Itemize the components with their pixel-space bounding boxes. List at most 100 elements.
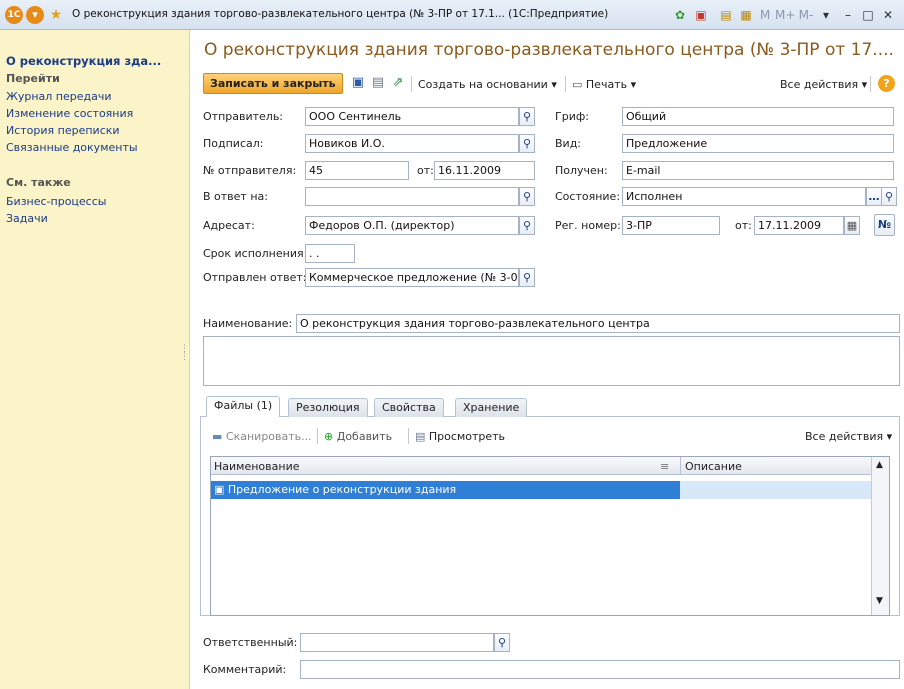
scroll-up-icon[interactable]: ▲ [876, 460, 883, 470]
sidebar-item-related-documents[interactable]: Связанные документы [6, 141, 138, 154]
column-divider [680, 457, 681, 475]
number-button[interactable]: № [874, 214, 895, 236]
reply-sent-field[interactable]: Коммерческое предложение (№ 3-09-Г [305, 268, 519, 287]
calendar-icon[interactable]: ▦ [738, 7, 754, 23]
reply-to-field[interactable] [305, 187, 519, 206]
deadline-label: Срок исполнения: [203, 247, 308, 260]
file-row-description [680, 481, 871, 499]
save-and-close-button[interactable]: Записать и закрыть [203, 73, 343, 94]
name-label: Наименование: [203, 317, 293, 330]
files-all-actions-label: Все действия [805, 430, 884, 443]
sidebar-item-state-change[interactable]: Изменение состояния [6, 107, 133, 120]
calculator-icon[interactable]: ▤ [718, 7, 734, 23]
addressee-search-icon[interactable]: ⚲ [519, 216, 535, 235]
scan-button[interactable]: ▬ Сканировать... [212, 430, 312, 443]
scroll-down-icon[interactable]: ▼ [876, 596, 883, 606]
document-file-icon: ▣ [214, 483, 225, 496]
tab-files[interactable]: Файлы (1) [206, 396, 281, 417]
close-icon[interactable]: ✕ [880, 7, 896, 23]
table-scrollbar[interactable] [871, 457, 889, 615]
sidebar-item-tasks[interactable]: Задачи [6, 212, 48, 225]
sender-date-field[interactable]: 16.11.2009 [434, 161, 535, 180]
add-label: Добавить [336, 430, 393, 443]
signed-search-icon[interactable]: ⚲ [519, 134, 535, 153]
sort-icon[interactable]: ≡ [660, 460, 669, 473]
app-logo-icon[interactable]: 1С [5, 6, 23, 24]
panel-splitter-handle[interactable]: ⋮ ⋮ [180, 345, 189, 375]
post-document-icon[interactable]: ▤ [370, 75, 386, 91]
create-based-on-menu[interactable]: Создать на основании ▾ [418, 78, 557, 91]
comment-field[interactable] [300, 660, 900, 679]
link-icon[interactable]: ▣ [693, 7, 709, 23]
help-icon[interactable]: ? [878, 75, 895, 92]
tab-properties[interactable]: Свойства [374, 398, 444, 417]
reg-number-field[interactable]: 3-ПР [622, 216, 720, 235]
name-field[interactable]: О реконструкция здания торгово-развлекат… [296, 314, 900, 333]
sender-search-icon[interactable]: ⚲ [519, 107, 535, 126]
toolbar-dropdown-icon[interactable]: ▾ [818, 7, 834, 23]
state-label: Состояние: [555, 190, 621, 203]
tab-storage[interactable]: Хранение [455, 398, 528, 417]
files-table-header [211, 457, 871, 475]
reply-sent-search-icon[interactable]: ⚲ [519, 268, 535, 287]
kind-field[interactable]: Предложение [622, 134, 894, 153]
tab-resolution[interactable]: Резолюция [288, 398, 368, 417]
main-menu-button[interactable]: ▾ [26, 6, 44, 24]
favorite-add-icon[interactable]: ✿ [672, 7, 688, 23]
print-menu[interactable]: ▭ Печать ▾ [572, 78, 636, 91]
state-search-icon[interactable]: ⚲ [881, 187, 897, 206]
sidebar-title: О реконструкция зда... [6, 54, 162, 68]
sender-label: Отправитель: [203, 110, 284, 123]
scanner-icon: ▬ [212, 430, 223, 443]
sidebar-section-see-also: См. также [6, 176, 71, 189]
reply-sent-label: Отправлен ответ: [203, 271, 307, 284]
add-icon: ⊕ [324, 430, 334, 443]
received-field[interactable]: E-mail [622, 161, 894, 180]
sidebar-item-correspondence-history[interactable]: История переписки [6, 124, 120, 137]
stamp-label: Гриф: [555, 110, 589, 123]
create-based-label: Создать на основании [418, 78, 548, 91]
add-button[interactable]: ⊕ Добавить [324, 430, 392, 443]
kind-label: Вид: [555, 137, 582, 150]
reg-date-field[interactable]: 17.11.2009 [754, 216, 844, 235]
calendar-icon[interactable]: ▦ [844, 216, 860, 235]
column-header-name[interactable]: Наименование [214, 460, 299, 473]
memory-plus-button[interactable]: M+ [775, 7, 795, 23]
sidebar-item-business-processes[interactable]: Бизнес-процессы [6, 195, 106, 208]
favorites-star-icon[interactable]: ★ [47, 6, 65, 24]
view-button[interactable]: ▤ Просмотреть [415, 430, 505, 443]
scan-label: Сканировать... [225, 430, 312, 443]
files-all-actions-menu[interactable]: Все действия ▾ [805, 430, 892, 443]
document-title: О реконструкция здания торгово-развлекат… [204, 40, 894, 60]
sender-field[interactable]: ООО Сентинель [305, 107, 519, 126]
sidebar-section-goto: Перейти [6, 72, 60, 85]
addressee-label: Адресат: [203, 219, 255, 232]
column-header-description[interactable]: Описание [685, 460, 742, 473]
maximize-icon[interactable]: □ [860, 7, 876, 23]
separator [870, 76, 871, 92]
save-icon[interactable]: ▣ [350, 75, 366, 91]
stamp-field[interactable]: Общий [622, 107, 894, 126]
received-label: Получен: [555, 164, 608, 177]
addressee-field[interactable]: Федоров О.П. (директор) [305, 216, 519, 235]
sender-number-field[interactable]: 45 [305, 161, 409, 180]
deadline-field[interactable]: . . [305, 244, 355, 263]
sender-date-label: от: [417, 164, 434, 177]
reply-to-search-icon[interactable]: ⚲ [519, 187, 535, 206]
state-field[interactable]: Исполнен [622, 187, 866, 206]
minimize-icon[interactable]: – [840, 7, 856, 23]
comment-label: Комментарий: [203, 663, 287, 676]
memory-minus-button[interactable]: M- [797, 7, 815, 23]
state-select-button[interactable]: … [866, 187, 882, 206]
all-actions-menu[interactable]: Все действия ▾ [780, 78, 867, 91]
reply-to-label: В ответ на: [203, 190, 268, 203]
view-icon: ▤ [415, 430, 426, 443]
sidebar-item-transfer-log[interactable]: Журнал передачи [6, 90, 112, 103]
signed-field[interactable]: Новиков И.О. [305, 134, 519, 153]
files-table[interactable] [210, 456, 890, 616]
responsible-field[interactable] [300, 633, 494, 652]
responsible-search-icon[interactable]: ⚲ [494, 633, 510, 652]
open-linked-icon[interactable]: ⇗ [390, 75, 406, 91]
description-textarea[interactable] [203, 336, 900, 386]
memory-m-button[interactable]: M [758, 7, 772, 23]
